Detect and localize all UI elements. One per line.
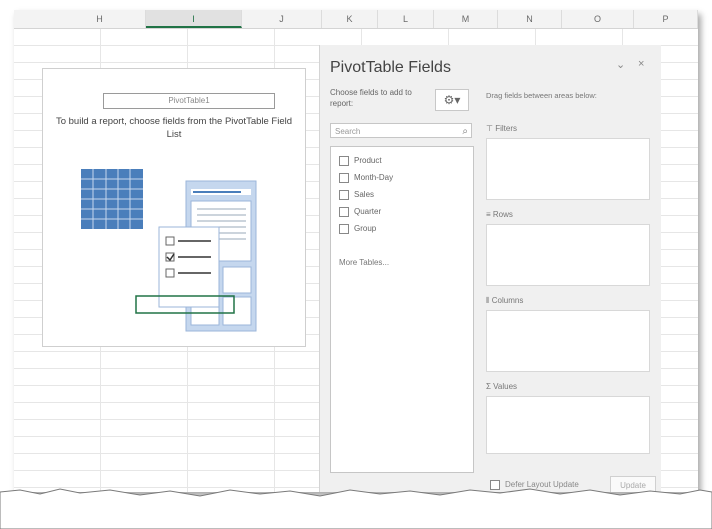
search-placeholder: Search bbox=[335, 127, 361, 136]
filters-drop-area[interactable] bbox=[486, 138, 650, 200]
filters-area-header: ⊤ Filters bbox=[486, 121, 648, 137]
tools-button[interactable]: ⚙▾ bbox=[435, 89, 469, 111]
search-icon: ⌕ bbox=[462, 126, 468, 137]
pivot-field-pane: PivotTable Fields ⌄ × Choose fields to a… bbox=[319, 45, 661, 492]
values-label: Values bbox=[493, 382, 518, 391]
pane-title: PivotTable Fields bbox=[330, 59, 451, 76]
column-header-k[interactable]: K bbox=[322, 10, 378, 28]
field-list: Product Month-Day Sales Quarter Group Mo… bbox=[330, 146, 474, 473]
rows-label: Rows bbox=[492, 210, 513, 219]
field-label: Quarter bbox=[354, 207, 382, 216]
dropdown-arrow-icon: ▾ bbox=[454, 93, 461, 107]
column-headers: H I J K L M N O P bbox=[14, 10, 698, 29]
checkbox[interactable] bbox=[339, 172, 349, 183]
rows-icon: ≡ bbox=[486, 210, 493, 219]
choose-fields-label: Choose fields to add to report: bbox=[330, 88, 412, 108]
close-icon[interactable]: × bbox=[638, 58, 644, 70]
column-header-i[interactable]: I bbox=[146, 10, 242, 28]
rows-drop-area[interactable] bbox=[486, 224, 650, 286]
drag-hint: Drag fields between areas below: bbox=[486, 91, 597, 100]
field-label: Sales bbox=[354, 190, 375, 199]
column-header-p[interactable]: P bbox=[634, 10, 698, 28]
column-header-l[interactable]: L bbox=[378, 10, 434, 28]
pivot-table-name: PivotTable1 bbox=[103, 93, 275, 109]
field-item[interactable]: Group bbox=[339, 223, 376, 235]
chevron-down-icon[interactable]: ⌄ bbox=[616, 58, 625, 71]
column-header-h[interactable]: H bbox=[54, 10, 146, 28]
field-search-input[interactable]: Search ⌕ bbox=[330, 123, 472, 138]
columns-area-header: ⦀ Columns bbox=[486, 293, 648, 309]
field-label: Product bbox=[354, 156, 382, 165]
field-item[interactable]: Sales bbox=[339, 189, 374, 201]
checkbox[interactable] bbox=[339, 189, 349, 200]
torn-edge bbox=[0, 488, 712, 529]
field-item[interactable]: Quarter bbox=[339, 206, 381, 218]
checkbox[interactable] bbox=[339, 223, 349, 234]
values-area-header: Σ Values bbox=[486, 379, 648, 395]
pivot-illustration-icon bbox=[81, 169, 257, 332]
columns-label: Columns bbox=[491, 296, 524, 305]
column-header-j[interactable]: J bbox=[242, 10, 322, 28]
field-label: Month-Day bbox=[354, 173, 394, 182]
filter-icon: ⊤ bbox=[486, 124, 496, 133]
filters-label: Filters bbox=[495, 124, 517, 133]
screenshot-frame: H I J K L M N O P PivotTable1 To build a… bbox=[14, 10, 698, 492]
pivot-table-placeholder[interactable]: PivotTable1 To build a report, choose fi… bbox=[42, 68, 306, 347]
field-label: Group bbox=[354, 224, 377, 233]
column-header-n[interactable]: N bbox=[498, 10, 562, 28]
field-item[interactable]: Product bbox=[339, 155, 382, 167]
checkbox[interactable] bbox=[339, 155, 349, 166]
rows-area-header: ≡ Rows bbox=[486, 207, 648, 223]
column-header-m[interactable]: M bbox=[434, 10, 498, 28]
column-header-o[interactable]: O bbox=[562, 10, 634, 28]
values-drop-area[interactable] bbox=[486, 396, 650, 454]
field-item[interactable]: Month-Day bbox=[339, 172, 393, 184]
gear-icon: ⚙ bbox=[443, 93, 455, 107]
checkbox[interactable] bbox=[339, 206, 349, 217]
more-tables-link[interactable]: More Tables... bbox=[339, 258, 389, 267]
pivot-instructions: To build a report, choose fields from th… bbox=[55, 116, 293, 140]
columns-drop-area[interactable] bbox=[486, 310, 650, 372]
